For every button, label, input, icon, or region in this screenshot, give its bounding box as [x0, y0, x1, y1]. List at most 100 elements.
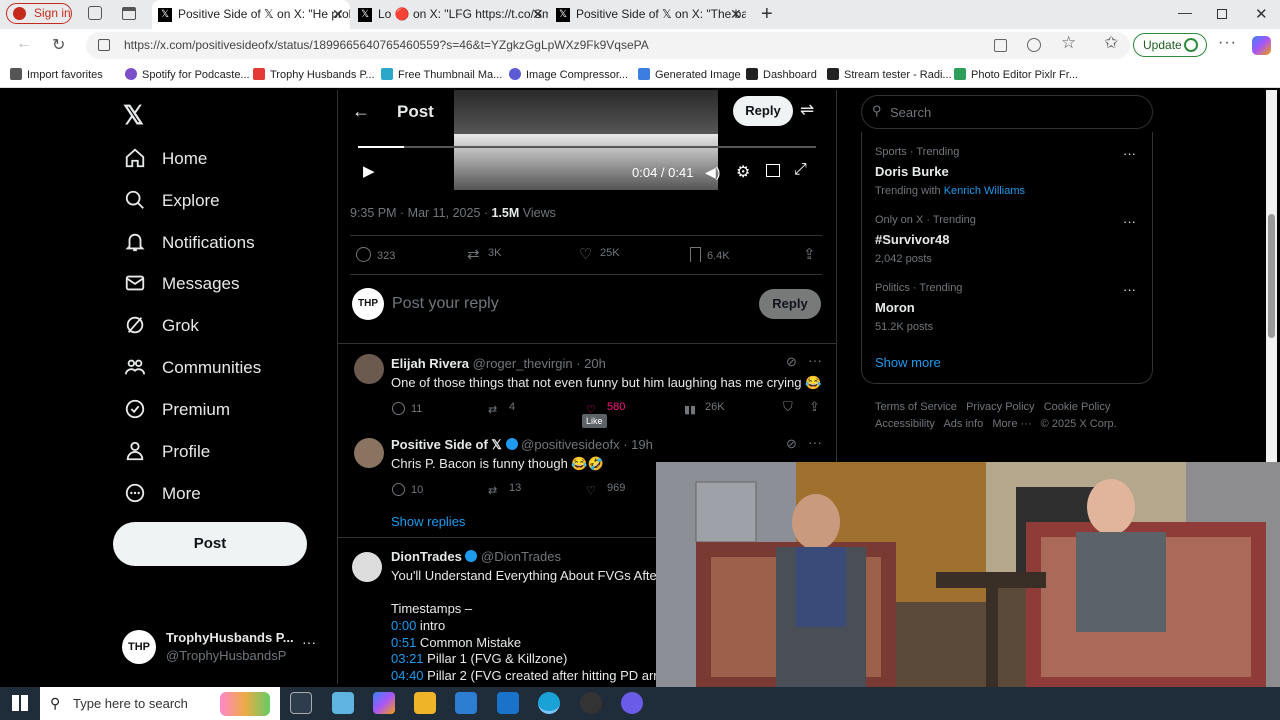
show-more-link[interactable]: Show more	[875, 355, 941, 370]
update-button[interactable]: Update	[1133, 33, 1207, 57]
workspaces-icon[interactable]	[88, 6, 102, 20]
show-replies-link[interactable]: Show replies	[391, 514, 465, 529]
avatar[interactable]	[352, 552, 382, 582]
favorite-star-icon[interactable]: ☆	[1061, 33, 1076, 53]
edge-icon[interactable]	[538, 692, 560, 714]
sign-in-button[interactable]: Sign in	[6, 3, 72, 24]
fav-image-compressor[interactable]: Image Compressor...	[509, 66, 628, 84]
repost-count-button[interactable]: ⇄ 3K	[467, 247, 501, 262]
tab-actions-icon[interactable]	[122, 7, 136, 20]
footer-link[interactable]: Privacy Policy	[966, 401, 1034, 413]
avatar[interactable]	[354, 438, 384, 468]
post-button[interactable]: Post	[113, 522, 307, 566]
volume-icon[interactable]: ◀)	[705, 164, 720, 181]
bookmark-icon[interactable]: ⛉	[783, 399, 793, 415]
sidebar-item-explore[interactable]: Explore	[122, 183, 322, 219]
new-tab-icon[interactable]: +	[761, 3, 773, 26]
settings-gear-icon[interactable]: ⚙	[736, 162, 750, 182]
copilot-icon[interactable]	[373, 692, 395, 714]
composer-reply-button[interactable]: Reply	[759, 289, 821, 319]
reply-repost-button[interactable]: ⇄ 13	[488, 482, 521, 499]
grok-explain-icon[interactable]: ⊘	[786, 354, 797, 370]
fav-photo-editor[interactable]: Photo Editor Pixlr Fr...	[954, 66, 1078, 84]
favorites-icon[interactable]: ✩	[1104, 33, 1118, 53]
search-input[interactable]: ⚲ Search	[861, 95, 1153, 129]
fav-stream-tester[interactable]: Stream tester - Radi...	[827, 66, 952, 84]
back-icon[interactable]: ←	[16, 35, 32, 53]
sidebar-item-messages[interactable]: Messages	[122, 266, 322, 302]
tab-positive-side-2[interactable]: 𝕏 Positive Side of 𝕏 on X: "The ban ✕	[550, 0, 746, 29]
app-icon[interactable]	[621, 692, 643, 714]
app-available-icon[interactable]	[994, 39, 1007, 52]
file-explorer-icon[interactable]	[414, 692, 436, 714]
grok-explain-icon[interactable]: ⊘	[786, 436, 797, 452]
sidebar-item-home[interactable]: Home	[122, 141, 322, 177]
store-icon[interactable]	[455, 692, 477, 714]
fav-spotify[interactable]: Spotify for Podcaste...	[125, 66, 250, 84]
close-tab-icon[interactable]: ✕	[332, 0, 344, 29]
more-dots-icon[interactable]: ···	[808, 434, 822, 450]
close-tab-icon[interactable]: ✕	[532, 0, 544, 29]
reply-count-button[interactable]: 323	[356, 247, 395, 262]
share-icon[interactable]: ⇪	[803, 245, 816, 263]
list-item[interactable]: DionTrades @DionTrades You'll Understand…	[338, 538, 656, 684]
bookmark-count-button[interactable]: 6.4K	[690, 247, 730, 262]
reply-comment-button[interactable]: 11	[392, 402, 422, 415]
url-field[interactable]: https://x.com/positivesideofx/status/189…	[86, 32, 1130, 59]
more-dots-icon[interactable]: ···	[1123, 282, 1136, 297]
reply-comment-button[interactable]: 10	[392, 483, 423, 496]
tab-positive-side-1[interactable]: 𝕏 Positive Side of 𝕏 on X: "He prob ✕	[152, 0, 350, 29]
sidebar-item-more[interactable]: More	[122, 476, 322, 512]
footer-link[interactable]: Ads info	[943, 418, 983, 430]
share-icon[interactable]: ⇪	[809, 399, 820, 415]
site-info-icon[interactable]	[98, 39, 110, 51]
window-close-icon[interactable]: ✕	[1255, 5, 1268, 23]
picture-in-picture-icon[interactable]	[766, 164, 780, 177]
reply-like-button[interactable]: ♡ 969	[586, 482, 625, 499]
read-aloud-icon[interactable]	[1027, 38, 1041, 52]
footer-link[interactable]: More ···	[992, 418, 1031, 430]
maximize-icon[interactable]	[1217, 9, 1227, 19]
list-item[interactable]: Positive Side of 𝕏 @positivesideofx · 19…	[338, 430, 656, 530]
reply-views-button[interactable]: ▮▮ 26K	[684, 401, 725, 418]
reply-input[interactable]: Post your reply	[392, 295, 499, 313]
header-reply-button[interactable]: Reply	[733, 96, 793, 126]
settings-menu-icon[interactable]: ···	[1218, 34, 1237, 52]
outlook-icon[interactable]	[497, 692, 519, 714]
footer-link[interactable]: Terms of Service	[875, 401, 957, 413]
fav-generated-image[interactable]: Generated Image	[638, 66, 741, 84]
copilot-icon[interactable]	[1252, 36, 1271, 55]
fav-trophy-husbands[interactable]: Trophy Husbands P...	[253, 66, 375, 84]
reply-repost-button[interactable]: ⇄ 4	[488, 401, 515, 418]
tab-lo[interactable]: 𝕏 Lo 🔴 on X: "LFG https://t.co/Sm ✕	[352, 0, 548, 29]
refresh-icon[interactable]: ↻	[52, 35, 65, 55]
sidebar-item-premium[interactable]: Premium	[122, 392, 322, 428]
back-arrow-icon[interactable]: ←	[352, 101, 370, 122]
footer-link[interactable]: Accessibility	[875, 418, 935, 430]
trend-item[interactable]: Sports · Trending Doris Burke Trending w…	[875, 146, 1145, 197]
play-icon[interactable]: ▶	[363, 162, 375, 180]
account-switcher[interactable]: THP TrophyHusbands P... @TrophyHusbandsP…	[122, 628, 322, 668]
scrollbar-thumb[interactable]	[1268, 214, 1275, 338]
fav-free-thumbnail[interactable]: Free Thumbnail Ma...	[381, 66, 502, 84]
taskbar-search-input[interactable]: ⚲ Type here to search	[40, 687, 280, 720]
fullscreen-icon[interactable]: ⤢	[794, 161, 807, 179]
app-icon[interactable]	[332, 692, 354, 714]
x-logo-icon[interactable]: 𝕏	[123, 100, 144, 131]
fav-import-favorites[interactable]: Import favorites	[10, 66, 103, 84]
more-dots-icon[interactable]: ···	[1123, 146, 1136, 161]
windows-start-icon[interactable]	[12, 695, 28, 711]
sidebar-item-grok[interactable]: Grok	[122, 308, 322, 344]
close-tab-icon[interactable]: ✕	[730, 0, 742, 29]
task-view-icon[interactable]	[290, 692, 312, 714]
more-dots-icon[interactable]: ···	[808, 352, 822, 368]
like-count-button[interactable]: ♡ 25K	[579, 247, 620, 262]
more-dots-icon[interactable]: ···	[1123, 214, 1136, 229]
fav-dashboard[interactable]: Dashboard	[746, 66, 817, 84]
trend-item[interactable]: Only on X · Trending #Survivor48 2,042 p…	[875, 214, 1145, 265]
list-item[interactable]: Elijah Rivera @roger_thevirgin · 20h ⊘ ·…	[338, 344, 836, 428]
footer-link[interactable]: Cookie Policy	[1044, 401, 1111, 413]
trend-item[interactable]: Politics · Trending Moron 51.2K posts ··…	[875, 282, 1145, 333]
sidebar-item-notifications[interactable]: Notifications	[122, 225, 322, 261]
filter-icon[interactable]: ⇌	[800, 100, 814, 120]
